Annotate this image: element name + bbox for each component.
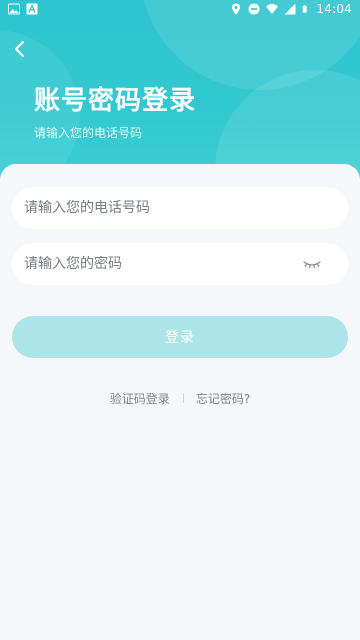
phone-input[interactable] xyxy=(24,200,336,216)
password-field[interactable] xyxy=(12,243,348,285)
chevron-left-icon xyxy=(14,40,25,58)
auth-links: 验证码登录 忘记密码? xyxy=(0,388,360,408)
sms-login-link[interactable]: 验证码登录 xyxy=(110,390,170,407)
forgot-password-link[interactable]: 忘记密码? xyxy=(196,390,250,407)
location-icon xyxy=(232,3,241,15)
text-icon xyxy=(26,3,38,15)
back-button[interactable] xyxy=(10,38,32,60)
divider xyxy=(182,393,184,403)
page-subtitle: 请输入您的电话号码 xyxy=(34,126,143,140)
signal-icon xyxy=(284,3,296,15)
battery-icon xyxy=(303,5,308,13)
eye-closed-icon[interactable] xyxy=(302,257,322,271)
image-icon xyxy=(8,3,20,15)
login-button[interactable]: 登录 xyxy=(12,316,348,358)
password-input[interactable] xyxy=(24,256,302,272)
phone-field[interactable] xyxy=(12,187,348,229)
page-title: 账号密码登录 xyxy=(34,86,197,116)
status-time: 14:04 xyxy=(316,2,352,16)
dnd-icon xyxy=(248,3,260,15)
status-bar: 14:04 xyxy=(0,0,360,20)
wifi-icon xyxy=(266,4,279,14)
